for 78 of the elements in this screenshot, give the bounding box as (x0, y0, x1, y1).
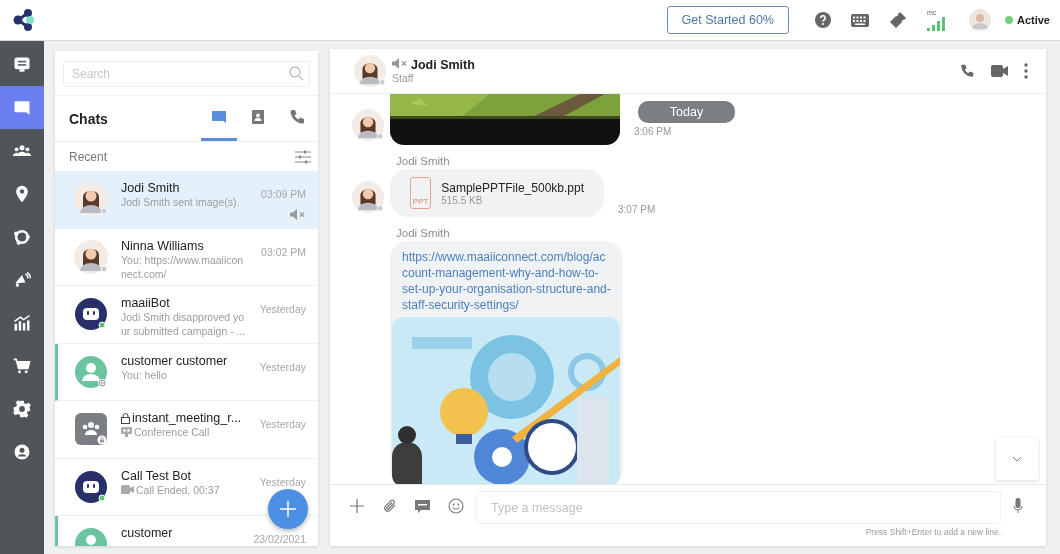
chat-name: Ninna Williams (121, 238, 204, 253)
chat-name: instant_meeting_r... (132, 411, 242, 425)
avatar-icon (74, 182, 108, 216)
paperclip-icon (382, 498, 397, 514)
contact-card-icon (249, 108, 267, 126)
message-time: 3:06 PM (634, 126, 672, 137)
group-avatar-icon (74, 412, 108, 446)
message-time: 3:07 PM (618, 204, 656, 215)
help-icon[interactable] (814, 12, 831, 28)
chat-time: Yesterday (259, 303, 306, 315)
sender-name: Jodi Smith (396, 227, 451, 239)
chat-item[interactable]: maaiiBot Jodi Smith disapproved your submitted campaign - ... Yesterday (55, 286, 318, 344)
analytics-icon (12, 312, 32, 333)
more-icon[interactable] (1024, 63, 1028, 79)
chat-preview: You: https://www.maaiiconnect.com/ (121, 252, 245, 281)
keyboard-icon[interactable] (850, 13, 869, 27)
chat-preview: Jodi Smith disapproved your submitted campaign - ... (121, 310, 247, 338)
panel-title: Chats (69, 110, 108, 127)
chat-name: maaiiBot (121, 296, 170, 310)
new-chat-button[interactable] (268, 489, 308, 529)
ticket-icon[interactable] (888, 11, 907, 29)
chat-name: Jodi Smith (121, 181, 180, 195)
mute-icon (290, 209, 306, 220)
chat-time: Yesterday (259, 360, 306, 373)
chat-time: 03:02 PM (261, 245, 306, 258)
file-name: SamplePPTFile_500kb.ppt (441, 180, 584, 195)
chat-preview: Jodi Smith sent image(s). (121, 195, 240, 209)
chat-time: 03:09 PM (261, 188, 306, 200)
customer-avatar-icon (74, 354, 108, 389)
filter-icon[interactable] (295, 149, 311, 164)
bot-avatar-icon (74, 469, 108, 504)
chat-item[interactable]: instant_meeting_r... Conference Call Yesterday (55, 401, 318, 459)
contact-role: Staff (392, 72, 415, 84)
message-input[interactable]: Type a message (476, 491, 1001, 524)
avatar-icon (74, 239, 108, 274)
date-label: Today (638, 101, 735, 123)
sidebar-item[interactable] (0, 86, 44, 129)
microphone-icon (1012, 498, 1023, 514)
sms-icon (414, 498, 431, 514)
settings-icon (12, 398, 32, 419)
conference-icon (121, 427, 132, 437)
chevron-down-icon (1012, 456, 1022, 462)
bot-avatar-icon (74, 297, 108, 331)
chat-name: Call Test Bot (121, 468, 191, 483)
phone-icon (288, 108, 306, 126)
sender-name: Jodi Smith (396, 155, 451, 167)
input-hint: Press Shift+Enter to add a new line. (865, 527, 1001, 537)
file-type-icon: PPT (410, 177, 432, 209)
get-started-button[interactable]: Get Started 60% (666, 6, 789, 34)
chat-time: Yesterday (259, 418, 306, 430)
plus-icon (349, 499, 364, 513)
contact-name: Jodi Smith (411, 58, 475, 72)
video-icon (121, 485, 134, 494)
chat-name: customer customer (121, 353, 228, 368)
chat-item[interactable]: Ninna Williams You: https://www.maaiiconnect.com/ 03:02 PM (55, 228, 318, 286)
chat-preview: Conference Call (134, 425, 210, 439)
chat-time: Yesterday (259, 475, 306, 488)
section-label: Recent (69, 149, 108, 164)
chat-preview: You: hello (121, 367, 167, 382)
chat-time: 23/02/2021 (253, 533, 306, 545)
message-link[interactable]: https://www.maaiiconnect.com/blog/account-management-why-and-how-to-set-up-your-organisation-structure-and-staff-security-settings/ (396, 249, 617, 317)
avatar-icon (354, 55, 386, 87)
status-label[interactable]: Active (1016, 14, 1050, 26)
phone-icon[interactable] (959, 63, 975, 79)
signal-icon (926, 17, 947, 31)
video-call-icon[interactable] (991, 65, 1008, 77)
search-field[interactable]: Search (63, 61, 310, 87)
file-attachment[interactable]: PPT SamplePPTFile_500kb.ppt 515.5 KB (390, 169, 604, 217)
smiley-icon (447, 498, 464, 514)
mute-icon (392, 58, 408, 69)
plus-icon (280, 501, 296, 517)
chat-preview: Call Ended, 00:37 (136, 482, 220, 497)
file-size: 515.5 KB (441, 194, 483, 206)
logo-icon[interactable] (12, 8, 36, 32)
chat-item[interactable]: customer customer You: hello Yesterday (55, 343, 318, 401)
chat-item[interactable]: Jodi Smith Jodi Smith sent image(s). 03:09 PM (55, 171, 318, 229)
chat-name: customer (121, 526, 173, 540)
chat-bubble-icon (210, 108, 228, 126)
